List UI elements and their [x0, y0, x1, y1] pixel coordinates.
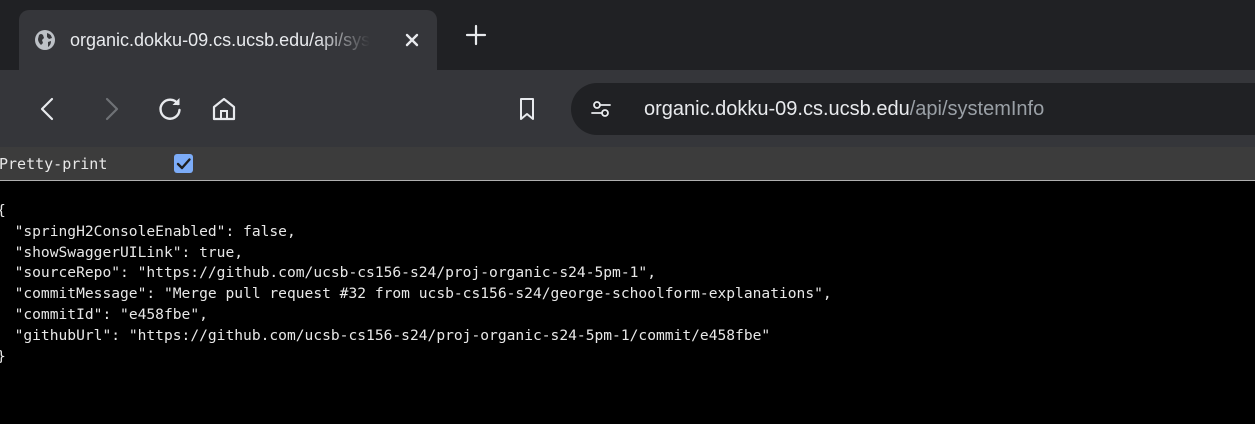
json-key: "commitId"	[14, 305, 103, 323]
json-key: "springH2ConsoleEnabled"	[14, 222, 226, 240]
json-value: "Merge pull request #32 from ucsb-cs156-…	[163, 285, 823, 303]
plus-icon[interactable]	[464, 23, 488, 47]
json-key: "githubUrl"	[14, 326, 112, 344]
toolbar: organic.dokku-09.cs.ucsb.edu/api/systemI…	[0, 70, 1255, 147]
address-bar[interactable]: organic.dokku-09.cs.ucsb.edu/api/systemI…	[571, 83, 1255, 135]
chevron-left-icon[interactable]	[33, 94, 63, 124]
pretty-print-label: Pretty-print	[0, 155, 108, 173]
json-value: "https://github.com/ucsb-cs156-s24/proj-…	[137, 264, 648, 282]
json-key: "showSwaggerUILink"	[14, 243, 182, 261]
json-key: "commitMessage"	[14, 285, 147, 303]
checkmark-icon	[176, 158, 191, 170]
pretty-print-bar: Pretty-print	[0, 147, 1255, 181]
close-icon[interactable]	[401, 29, 423, 51]
home-icon[interactable]	[209, 94, 239, 124]
json-key: "sourceRepo"	[14, 264, 121, 282]
active-tab[interactable]: organic.dokku-09.cs.ucsb.edu/api/systemI…	[19, 10, 437, 70]
json-value: true	[199, 243, 235, 261]
url-path: /api/systemInfo	[909, 98, 1045, 120]
globe-icon	[35, 30, 55, 50]
tune-icon[interactable]	[589, 97, 613, 121]
json-viewer: { "springH2ConsoleEnabled": false, "show…	[0, 181, 1255, 424]
json-open-brace: {	[0, 202, 6, 219]
json-value: "e458fbe"	[120, 305, 200, 323]
bookmark-icon[interactable]	[512, 94, 542, 124]
chevron-right-icon[interactable]	[96, 94, 126, 124]
reload-icon[interactable]	[155, 94, 185, 124]
browser-window: organic.dokku-09.cs.ucsb.edu/api/systemI…	[0, 0, 1255, 424]
url-host: organic.dokku-09.cs.ucsb.edu	[644, 98, 910, 120]
json-value: "https://github.com/ucsb-cs156-s24/proj-…	[128, 326, 771, 344]
tab-title: organic.dokku-09.cs.ucsb.edu/api/systemI…	[70, 30, 370, 50]
json-value: false	[243, 222, 287, 240]
json-close-brace: }	[0, 348, 6, 365]
url-text[interactable]: organic.dokku-09.cs.ucsb.edu/api/systemI…	[644, 95, 1044, 123]
json-content: { "springH2ConsoleEnabled": false, "show…	[0, 201, 832, 367]
pretty-print-checkbox[interactable]	[174, 154, 193, 173]
tab-strip: organic.dokku-09.cs.ucsb.edu/api/systemI…	[0, 0, 1255, 70]
